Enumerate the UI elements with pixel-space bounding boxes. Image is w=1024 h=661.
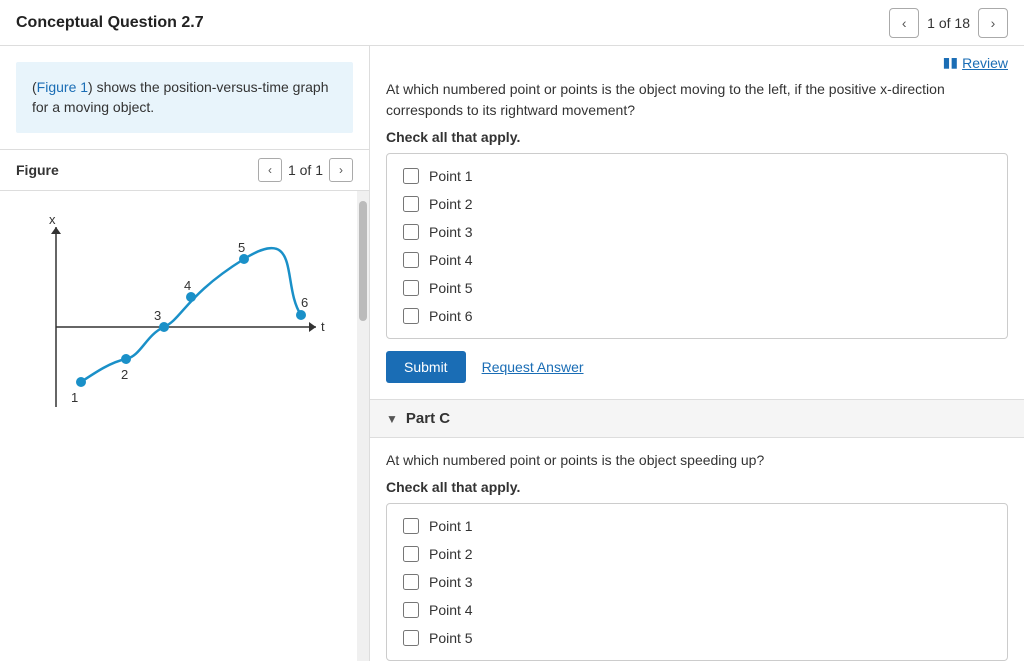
part-c-checkbox-5[interactable] [403, 630, 419, 646]
submit-button[interactable]: Submit [386, 351, 466, 383]
y-axis-label: x [49, 212, 56, 227]
request-answer-button[interactable]: Request Answer [482, 359, 584, 375]
part-c-check-label: Check all that apply. [370, 479, 1024, 503]
part-b-option-6: Point 6 [387, 302, 1007, 330]
review-link-row: ▮▮ Review [370, 46, 1024, 75]
part-b-checkbox-3[interactable] [403, 224, 419, 240]
figure-header: Figure ‹ 1 of 1 › [0, 149, 369, 191]
figure-page-label: 1 of 1 [288, 162, 323, 178]
part-c-label-3[interactable]: Point 3 [429, 574, 473, 590]
position-time-graph: t x 1 2 [16, 207, 336, 427]
point-5-dot [239, 254, 249, 264]
label-1: 1 [71, 390, 78, 405]
part-c-option-1: Point 1 [387, 512, 1007, 540]
part-c-label: Part C [406, 410, 450, 427]
nav-next-button[interactable]: › [978, 8, 1008, 38]
nav-controls: ‹ 1 of 18 › [889, 8, 1008, 38]
part-b-label-5[interactable]: Point 5 [429, 280, 473, 296]
point-4-dot [186, 292, 196, 302]
figure-title: Figure [16, 162, 59, 178]
part-c-content: At which numbered point or points is the… [370, 438, 1024, 661]
label-5: 5 [238, 240, 245, 255]
part-c-question: At which numbered point or points is the… [370, 446, 1024, 479]
label-3: 3 [154, 308, 161, 323]
scrollbar-thumb [359, 201, 367, 321]
part-c-checkbox-4[interactable] [403, 602, 419, 618]
part-b-option-5: Point 5 [387, 274, 1007, 302]
part-c-label-2[interactable]: Point 2 [429, 546, 473, 562]
part-b-checkbox-2[interactable] [403, 196, 419, 212]
part-c-label-5[interactable]: Point 5 [429, 630, 473, 646]
main-layout: (Figure 1) shows the position-versus-tim… [0, 46, 1024, 661]
right-panel[interactable]: ▮▮ Review At which numbered point or poi… [370, 46, 1024, 661]
point-6-dot [296, 310, 306, 320]
figure-link[interactable]: Figure 1 [37, 79, 88, 95]
point-1-dot [76, 377, 86, 387]
part-b-question: At which numbered point or points is the… [370, 75, 1024, 129]
part-c-checkbox-2[interactable] [403, 546, 419, 562]
part-c-header: ▼ Part C [370, 399, 1024, 438]
part-b-option-1: Point 1 [387, 162, 1007, 190]
review-icon: ▮▮ [943, 54, 958, 71]
part-c-option-3: Point 3 [387, 568, 1007, 596]
point-2-dot [121, 354, 131, 364]
left-panel: (Figure 1) shows the position-versus-tim… [0, 46, 370, 661]
page-counter: 1 of 18 [927, 15, 970, 31]
part-b-check-label: Check all that apply. [370, 129, 1024, 153]
review-link[interactable]: Review [962, 55, 1008, 71]
part-b-label-3[interactable]: Point 3 [429, 224, 473, 240]
figure-nav-prev[interactable]: ‹ [258, 158, 282, 182]
label-2: 2 [121, 367, 128, 382]
part-c-label-4[interactable]: Point 4 [429, 602, 473, 618]
part-c-checkbox-3[interactable] [403, 574, 419, 590]
figure-nav: ‹ 1 of 1 › [258, 158, 353, 182]
part-b-label-1[interactable]: Point 1 [429, 168, 473, 184]
part-b-checkbox-1[interactable] [403, 168, 419, 184]
left-panel-scrollbar[interactable] [357, 191, 369, 661]
part-b-option-4: Point 4 [387, 246, 1007, 274]
part-b-checkbox-6[interactable] [403, 308, 419, 324]
part-c-checkbox-1[interactable] [403, 518, 419, 534]
part-b-label-2[interactable]: Point 2 [429, 196, 473, 212]
part-c-label-1[interactable]: Point 1 [429, 518, 473, 534]
nav-prev-button[interactable]: ‹ [889, 8, 919, 38]
part-c-options-box: Point 1 Point 2 Point 3 Point 4 Point 5 [386, 503, 1008, 661]
part-b-label-4[interactable]: Point 4 [429, 252, 473, 268]
part-c-arrow: ▼ [386, 412, 398, 426]
label-4: 4 [184, 278, 191, 293]
label-6: 6 [301, 295, 308, 310]
part-c-option-2: Point 2 [387, 540, 1007, 568]
part-b-options-box: Point 1 Point 2 Point 3 Point 4 Point 5 … [386, 153, 1008, 339]
part-b-option-2: Point 2 [387, 190, 1007, 218]
point-3-dot [159, 322, 169, 332]
figure-nav-next[interactable]: › [329, 158, 353, 182]
part-c-option-5: Point 5 [387, 624, 1007, 652]
graph-container: t x 1 2 [0, 191, 340, 446]
figure-description: (Figure 1) shows the position-versus-tim… [16, 62, 353, 133]
part-b-checkbox-4[interactable] [403, 252, 419, 268]
part-c-option-4: Point 4 [387, 596, 1007, 624]
page-title: Conceptual Question 2.7 [16, 14, 204, 32]
x-axis-label: t [321, 319, 325, 334]
figure-area: t x 1 2 [0, 191, 369, 661]
top-bar: Conceptual Question 2.7 ‹ 1 of 18 › [0, 0, 1024, 46]
part-b-label-6[interactable]: Point 6 [429, 308, 473, 324]
part-b-checkbox-5[interactable] [403, 280, 419, 296]
part-b-action-row: Submit Request Answer [370, 351, 1024, 399]
part-b-option-3: Point 3 [387, 218, 1007, 246]
